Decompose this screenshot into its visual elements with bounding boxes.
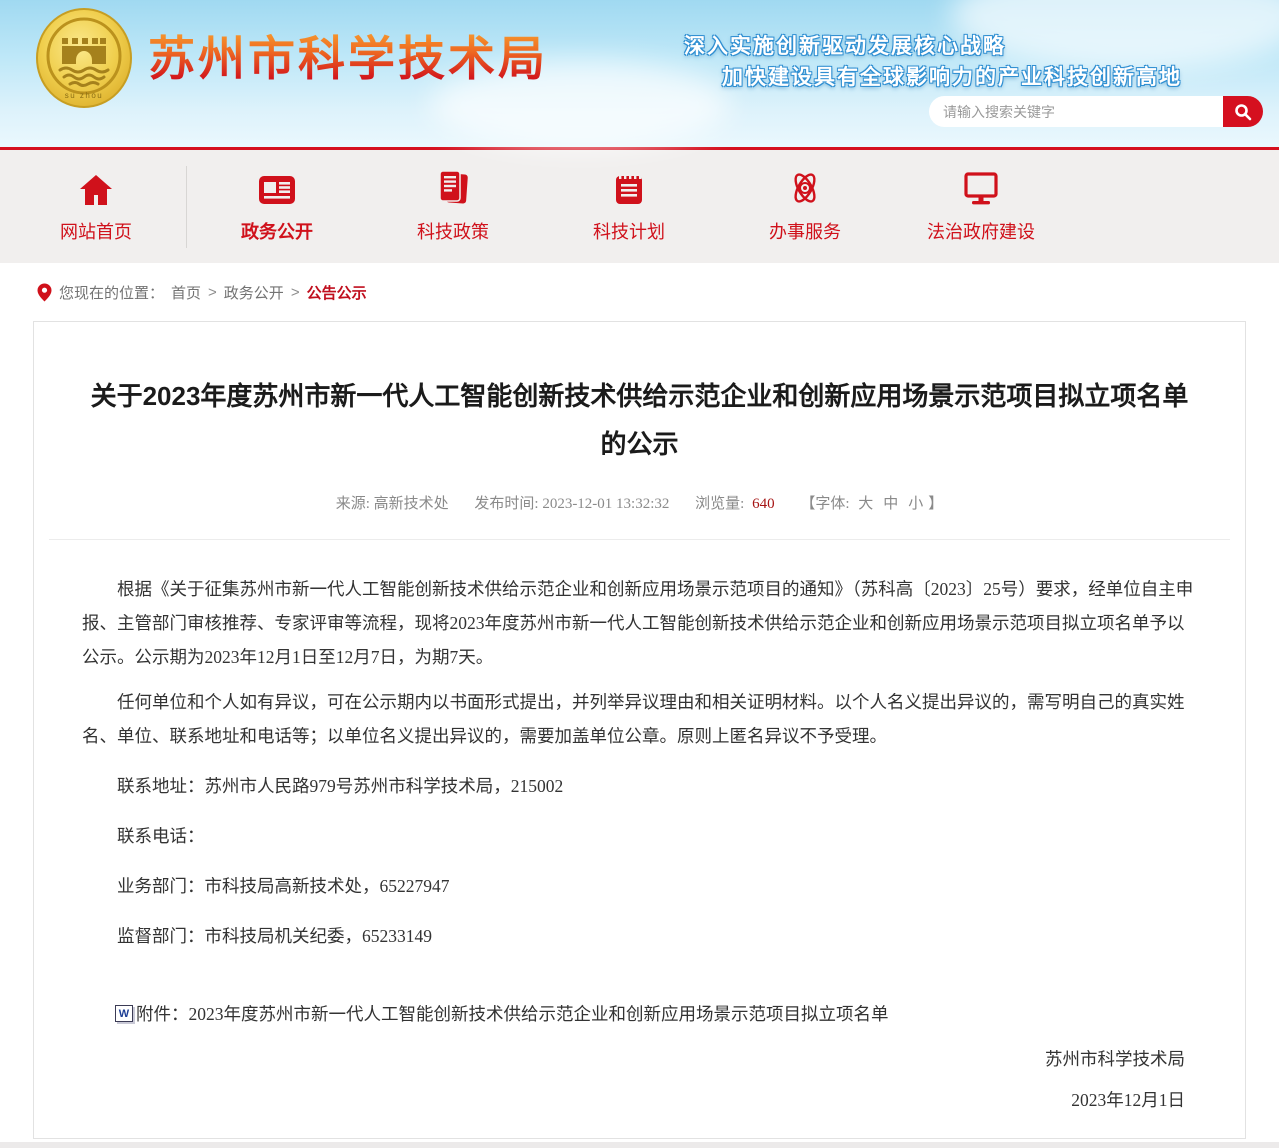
paragraph-basis: 根据《关于征集苏州市新一代人工智能创新技术供给示范企业和创新应用场景示范项目的通… bbox=[82, 572, 1197, 674]
nav-item-services[interactable]: 办事服务 bbox=[717, 169, 893, 244]
slogan-line-2: 加快建设具有全球影响力的产业科技创新高地 bbox=[722, 61, 1182, 91]
paragraph-objection: 任何单位和个人如有异议，可在公示期内以书面形式提出，并列举异议理由和相关证明材料… bbox=[82, 685, 1197, 753]
policy-doc-icon bbox=[436, 169, 470, 207]
newspaper-icon bbox=[257, 169, 297, 207]
suzhou-coin-icon: su zhou bbox=[34, 6, 134, 110]
attachment-row: W 附件： 2023年度苏州市新一代人工智能创新技术供给示范企业和创新应用场景示… bbox=[82, 1001, 1197, 1026]
nav-divider bbox=[186, 166, 187, 248]
signature-date: 2023年12月1日 bbox=[82, 1087, 1185, 1112]
breadcrumb-separator: > bbox=[208, 284, 217, 301]
word-doc-icon: W bbox=[115, 1005, 133, 1022]
breadcrumb: 您现在的位置： 首页 > 政务公开 > 公告公示 bbox=[0, 269, 1279, 315]
nav-item-tech-plan[interactable]: 科技计划 bbox=[541, 169, 717, 244]
site-title: 苏州市科学技术局 bbox=[148, 20, 548, 89]
atom-icon bbox=[786, 169, 824, 207]
nav-item-tech-policy[interactable]: 科技政策 bbox=[365, 169, 541, 244]
article-container: 关于2023年度苏州市新一代人工智能创新技术供给示范企业和创新应用场景示范项目拟… bbox=[33, 321, 1246, 1139]
article-signature: 苏州市科学技术局 2023年12月1日 bbox=[82, 1046, 1197, 1112]
site-header: su zhou 苏州市科学技术局 深入实施创新驱动发展核心战略 加快建设具有全球… bbox=[0, 0, 1279, 150]
meta-publish-time: 发布时间: 2023-12-01 13:32:32 bbox=[474, 496, 669, 512]
notepad-icon bbox=[612, 169, 646, 207]
breadcrumb-prefix: 您现在的位置： bbox=[59, 282, 164, 303]
site-search bbox=[929, 96, 1263, 127]
breadcrumb-separator: > bbox=[291, 284, 300, 301]
font-size-large[interactable]: 大 bbox=[858, 496, 873, 512]
nav-label: 法治政府建设 bbox=[927, 218, 1035, 244]
home-icon bbox=[78, 169, 114, 207]
logo-caption: su zhou bbox=[65, 91, 104, 100]
search-button[interactable] bbox=[1223, 96, 1263, 127]
nav-item-home[interactable]: 网站首页 bbox=[8, 169, 184, 244]
meta-source: 来源: 高新技术处 bbox=[336, 496, 449, 512]
signature-org: 苏州市科学技术局 bbox=[82, 1046, 1185, 1071]
contact-address: 联系地址：苏州市人民路979号苏州市科学技术局，215002 bbox=[82, 769, 1197, 803]
nav-label: 政务公开 bbox=[241, 218, 313, 244]
nav-item-law-gov[interactable]: 法治政府建设 bbox=[893, 169, 1069, 244]
breadcrumb-gov-info[interactable]: 政务公开 bbox=[224, 282, 284, 303]
font-size-small[interactable]: 小 bbox=[908, 496, 923, 512]
monitor-icon bbox=[962, 169, 1000, 207]
breadcrumb-current[interactable]: 公告公示 bbox=[307, 282, 367, 303]
attachment-link[interactable]: 2023年度苏州市新一代人工智能创新技术供给示范企业和创新应用场景示范项目拟立项… bbox=[189, 1001, 889, 1026]
nav-label: 办事服务 bbox=[769, 218, 841, 244]
slogan-line-1: 深入实施创新驱动发展核心战略 bbox=[684, 30, 1006, 60]
meta-font-size-control: 【字体: 大中小】 bbox=[800, 496, 943, 512]
views-count: 640 bbox=[752, 496, 775, 512]
article-meta: 来源: 高新技术处 发布时间: 2023-12-01 13:32:32 浏览量:… bbox=[49, 492, 1230, 513]
article-body: 根据《关于征集苏州市新一代人工智能创新技术供给示范企业和创新应用场景示范项目的通… bbox=[82, 572, 1197, 953]
site-logo[interactable]: su zhou bbox=[34, 6, 134, 110]
contact-business-dept: 业务部门：市科技局高新技术处，65227947 bbox=[82, 869, 1197, 903]
main-nav: 网站首页 政务公开 科技政策 bbox=[0, 150, 1279, 263]
article-title: 关于2023年度苏州市新一代人工智能创新技术供给示范企业和创新应用场景示范项目拟… bbox=[82, 372, 1197, 468]
search-icon bbox=[1234, 103, 1252, 121]
article-meta-wrap: 来源: 高新技术处 发布时间: 2023-12-01 13:32:32 浏览量:… bbox=[49, 492, 1230, 540]
page-bottom-strip bbox=[0, 1142, 1279, 1148]
nav-item-gov-info[interactable]: 政务公开 bbox=[189, 169, 365, 244]
attachment-label: 附件： bbox=[136, 1001, 189, 1026]
location-pin-icon bbox=[37, 283, 52, 302]
search-input[interactable] bbox=[929, 96, 1223, 127]
font-size-medium[interactable]: 中 bbox=[883, 496, 898, 512]
breadcrumb-home[interactable]: 首页 bbox=[171, 282, 201, 303]
contact-supervision-dept: 监督部门：市科技局机关纪委，65233149 bbox=[82, 919, 1197, 953]
nav-label: 网站首页 bbox=[60, 218, 132, 244]
meta-views: 浏览量: 640 bbox=[695, 496, 774, 512]
nav-label: 科技政策 bbox=[417, 218, 489, 244]
contact-phone: 联系电话： bbox=[82, 819, 1197, 853]
nav-label: 科技计划 bbox=[593, 218, 665, 244]
